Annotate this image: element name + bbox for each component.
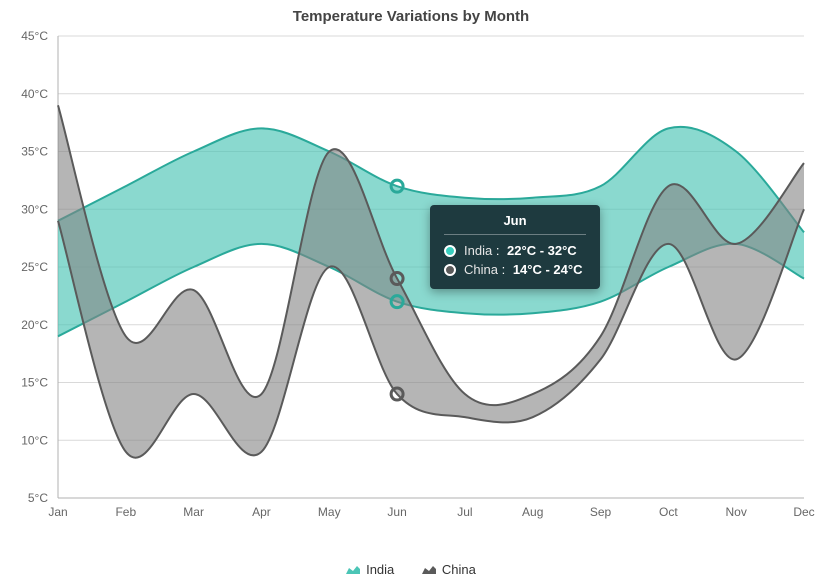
legend-item-india[interactable]: India: [346, 562, 394, 577]
svg-text:Jan: Jan: [48, 505, 67, 519]
svg-text:Apr: Apr: [252, 505, 271, 519]
tooltip-title: Jun: [444, 213, 586, 235]
svg-text:May: May: [318, 505, 341, 519]
svg-text:Jun: Jun: [387, 505, 406, 519]
svg-text:10°C: 10°C: [21, 433, 48, 447]
svg-text:20°C: 20°C: [21, 318, 48, 332]
tooltip-label-china: China: [464, 262, 498, 277]
svg-text:45°C: 45°C: [21, 29, 48, 43]
svg-text:Oct: Oct: [659, 505, 678, 519]
chart-tooltip: Jun India : 22°C - 32°C China : 14°C - 2…: [430, 205, 600, 289]
svg-text:Mar: Mar: [183, 505, 204, 519]
tooltip-value-china: 14°C - 24°C: [513, 262, 583, 277]
svg-text:Feb: Feb: [115, 505, 136, 519]
tooltip-value-india: 22°C - 32°C: [507, 243, 577, 258]
legend-label-india: India: [366, 562, 394, 577]
svg-text:15°C: 15°C: [21, 376, 48, 390]
svg-text:Jul: Jul: [457, 505, 472, 519]
chart-title: Temperature Variations by Month: [0, 0, 822, 25]
svg-text:Nov: Nov: [726, 505, 747, 519]
area-icon: [422, 564, 436, 574]
svg-text:5°C: 5°C: [28, 491, 48, 505]
tooltip-row-india: India : 22°C - 32°C: [444, 241, 586, 260]
tooltip-dot-china: [444, 264, 456, 276]
svg-text:25°C: 25°C: [21, 260, 48, 274]
svg-text:Sep: Sep: [590, 505, 612, 519]
tooltip-dot-india: [444, 245, 456, 257]
legend-label-china: China: [442, 562, 476, 577]
area-icon: [346, 564, 360, 574]
tooltip-row-china: China : 14°C - 24°C: [444, 260, 586, 279]
svg-text:35°C: 35°C: [21, 145, 48, 159]
svg-text:40°C: 40°C: [21, 87, 48, 101]
svg-text:30°C: 30°C: [21, 202, 48, 216]
svg-text:Dec: Dec: [793, 505, 814, 519]
svg-text:Aug: Aug: [522, 505, 543, 519]
tooltip-label-india: India: [464, 243, 492, 258]
chart-legend: India China: [0, 562, 822, 578]
chart-plot-area[interactable]: 5°C 10°C 15°C 20°C 25°C 30°C 35°C 40°C 45°C Jan Fe…: [0, 28, 822, 528]
legend-item-china[interactable]: China: [422, 562, 476, 577]
